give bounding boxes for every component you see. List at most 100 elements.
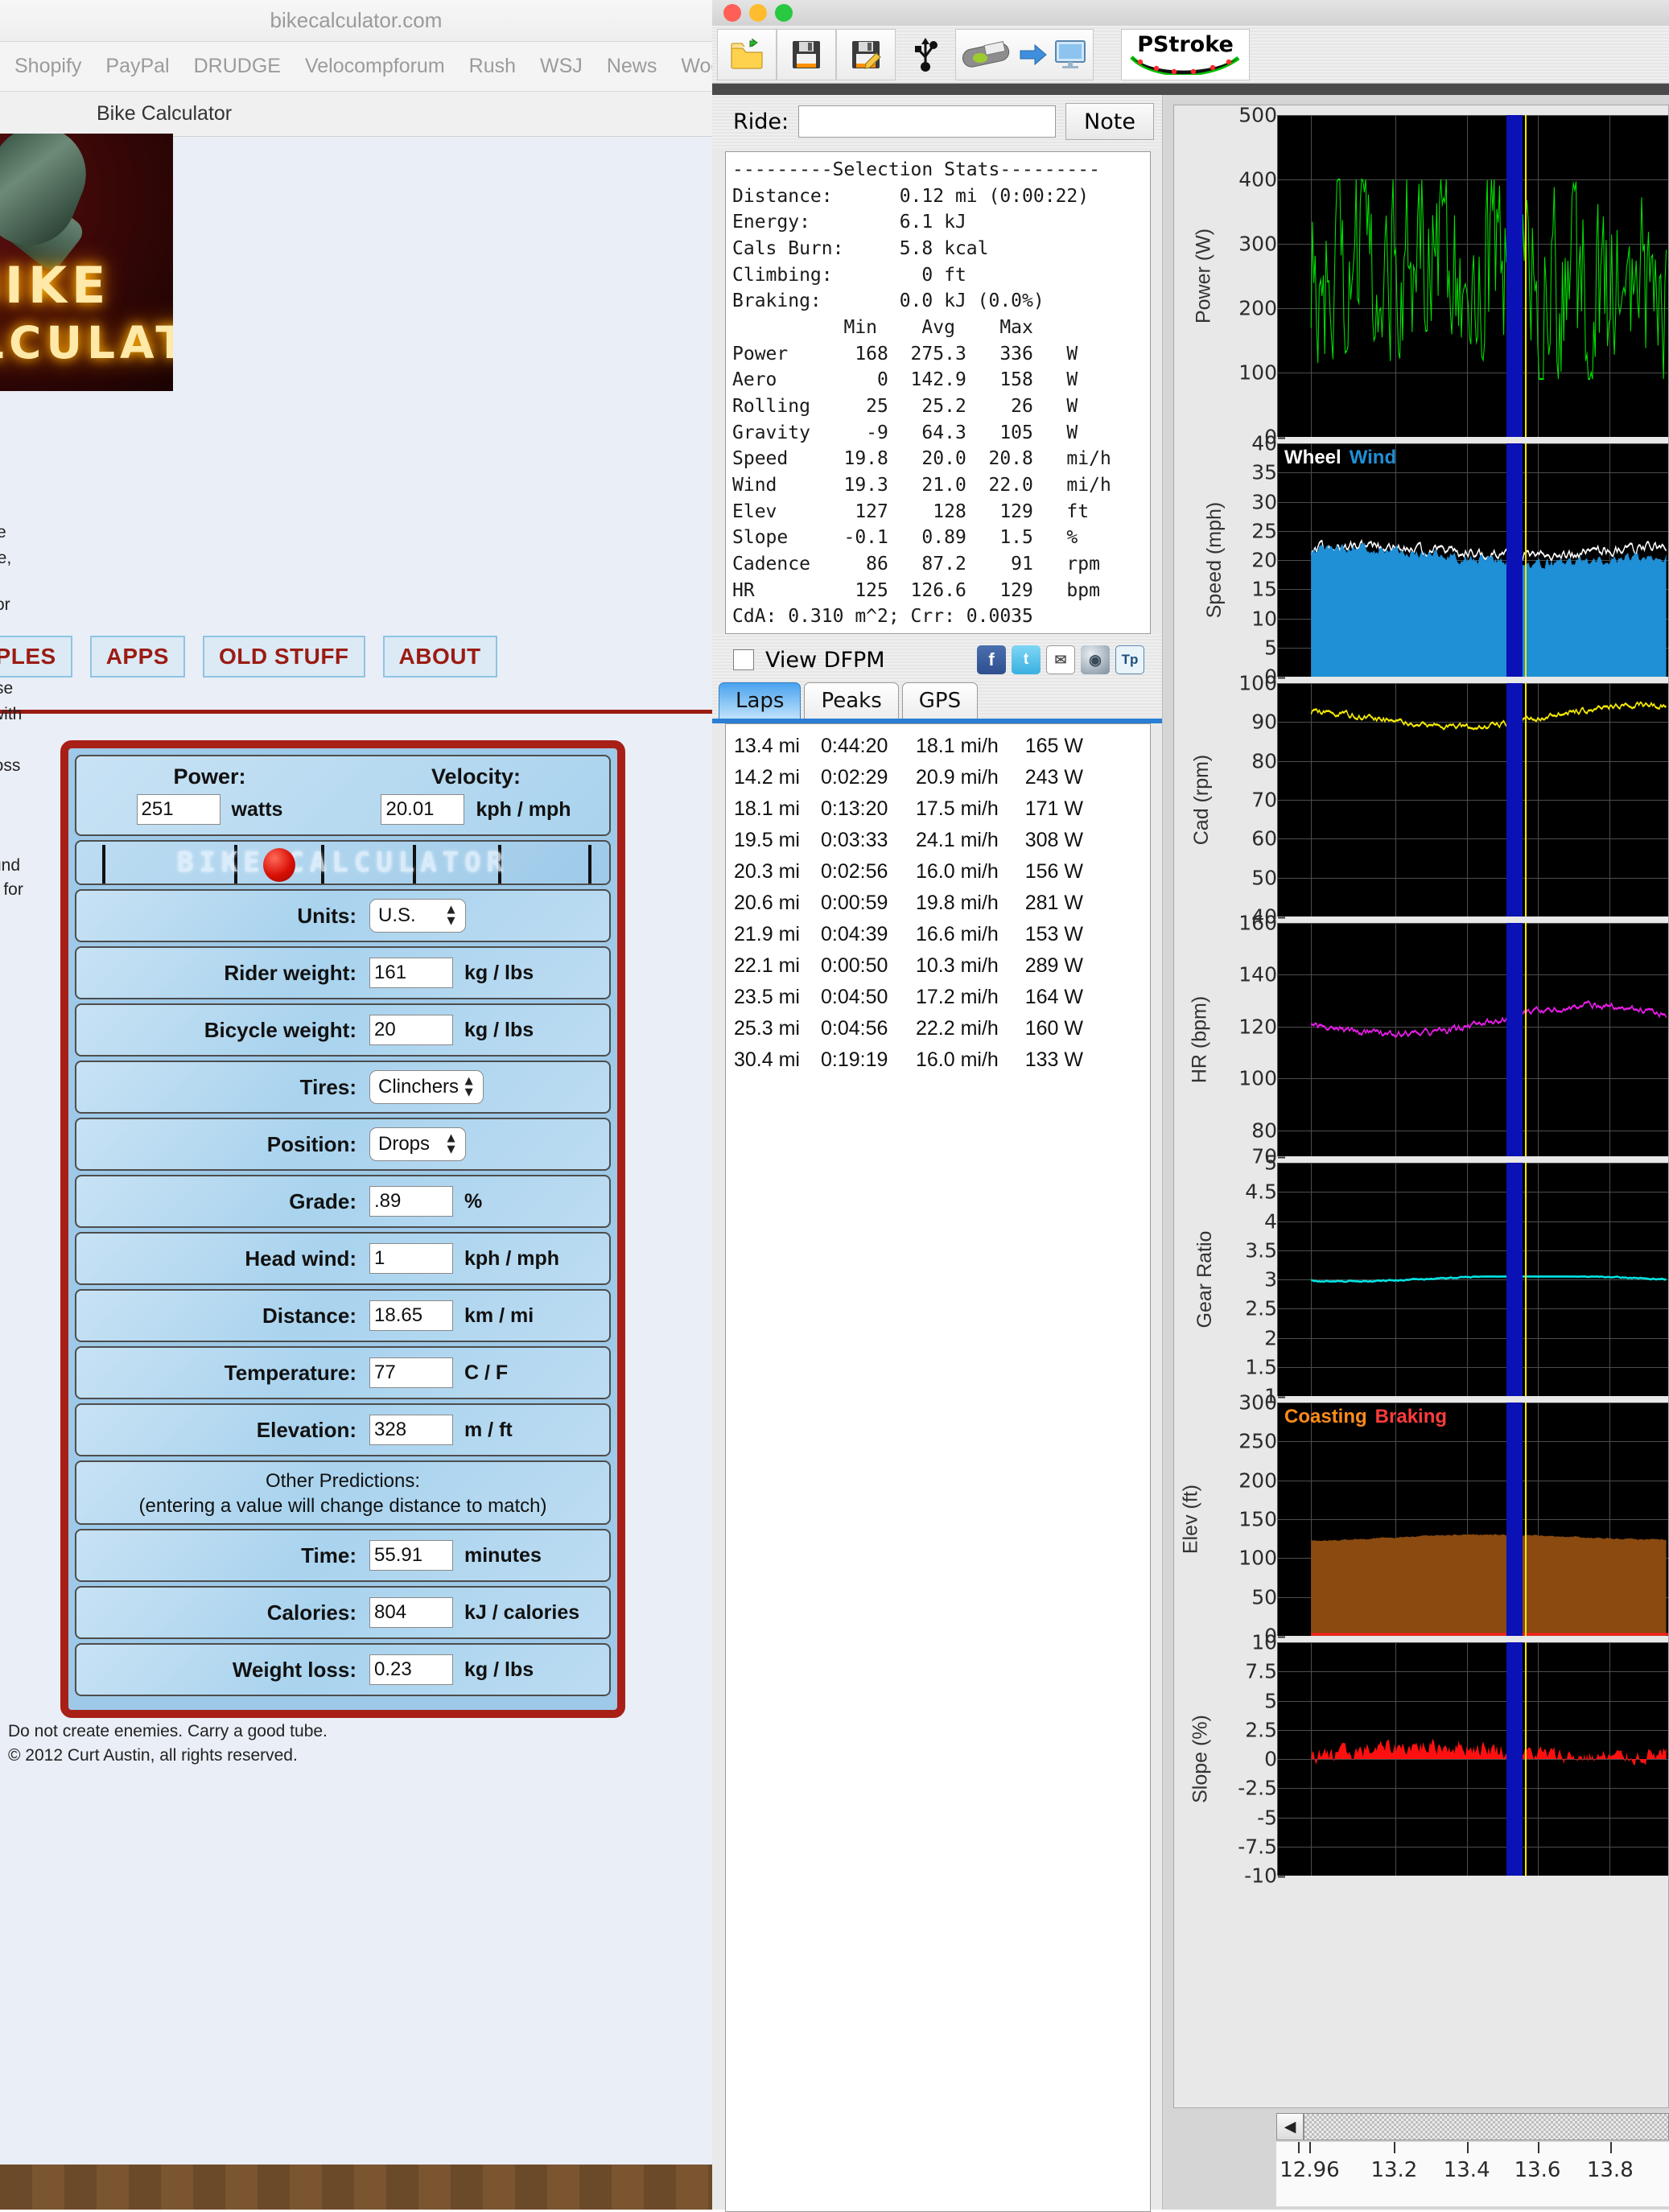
address-bar[interactable]: bikecalculator.com (270, 8, 443, 33)
marquee-ball-icon (263, 848, 295, 882)
save-icon[interactable] (777, 28, 836, 80)
lap-row[interactable]: 25.3 mi 0:04:56 22.2 mi/h 160 W (734, 1013, 1142, 1044)
nav-button-amples[interactable]: AMPLES (0, 636, 72, 678)
cursor-line[interactable] (1524, 923, 1527, 1156)
cursor-line[interactable] (1524, 1163, 1527, 1396)
bookmark-drudge[interactable]: DRUDGE (194, 55, 281, 78)
bookmark-wsj[interactable]: WSJ (540, 55, 583, 78)
calc-label: Tires: (299, 1074, 356, 1099)
cursor-line[interactable] (1524, 443, 1527, 677)
selection-highlight[interactable] (1506, 443, 1523, 677)
cursor-line[interactable] (1524, 1403, 1527, 1636)
plot-area[interactable] (1277, 683, 1668, 917)
lap-power: 243 W (1024, 766, 1083, 789)
selection-highlight[interactable] (1506, 115, 1523, 437)
cursor-line[interactable] (1524, 683, 1527, 917)
plot-area[interactable]: Coasting Braking (1277, 1403, 1668, 1636)
calc-select[interactable]: U.S. ▲ ▼ (369, 899, 466, 933)
bookmark-shopify[interactable]: Shopify (14, 55, 81, 78)
lap-row[interactable]: 18.1 mi 0:13:20 17.5 mi/h 171 W (734, 793, 1142, 825)
trainingpeaks-icon[interactable]: Tp (1115, 645, 1144, 674)
calc-input[interactable] (369, 1300, 453, 1331)
tab-peaks[interactable]: Peaks (804, 682, 899, 719)
selection-highlight[interactable] (1506, 1163, 1523, 1396)
scroll-track[interactable] (1304, 2113, 1669, 2140)
lap-row[interactable]: 13.4 mi 0:44:20 18.1 mi/h 165 W (734, 731, 1142, 762)
cursor-line[interactable] (1524, 1642, 1527, 1876)
calc-unit: kg / lbs (464, 1658, 534, 1681)
twitter-icon[interactable]: t (1012, 645, 1041, 674)
maximize-window-icon[interactable] (775, 4, 793, 22)
calc-input[interactable] (369, 1186, 453, 1217)
plot-area[interactable] (1277, 923, 1668, 1156)
calc-input[interactable] (369, 1654, 453, 1686)
lap-row[interactable]: 30.4 mi 0:19:19 16.0 mi/h 133 W (734, 1044, 1142, 1076)
cursor-line[interactable] (1524, 115, 1527, 437)
bookmark-paypal[interactable]: PayPal (105, 55, 169, 78)
laps-list[interactable]: 13.4 mi 0:44:20 18.1 mi/h 165 W 14.2 mi 0:02:… (725, 723, 1151, 2212)
tab-bike-calculator[interactable]: Bike Calculator (97, 102, 232, 126)
lap-row[interactable]: 23.5 mi 0:04:50 17.2 mi/h 164 W (734, 982, 1142, 1013)
calc-select[interactable]: Drops ▲ ▼ (369, 1127, 466, 1161)
lap-row[interactable]: 20.3 mi 0:02:56 16.0 mi/h 156 W (734, 856, 1142, 888)
facebook-icon[interactable]: f (977, 645, 1006, 674)
lap-row[interactable]: 20.6 mi 0:00:59 19.8 mi/h 281 W (734, 888, 1142, 919)
lap-row[interactable]: 21.9 mi 0:04:39 16.6 mi/h 153 W (734, 919, 1142, 950)
bookmark-wooc[interactable]: WooC (681, 55, 712, 78)
minimize-window-icon[interactable] (749, 4, 767, 22)
calc-label: Elevation: (256, 1417, 356, 1442)
bookmark-velocompforum[interactable]: Velocompforum (305, 55, 445, 78)
desktop-wood-strip (0, 2165, 712, 2210)
scroll-left-icon[interactable]: ◀ (1276, 2113, 1304, 2140)
selection-highlight[interactable] (1506, 683, 1523, 917)
selection-highlight[interactable] (1506, 1403, 1523, 1636)
globe-icon[interactable]: ◉ (1081, 645, 1110, 674)
selection-highlight[interactable] (1506, 923, 1523, 1156)
power-input[interactable] (136, 794, 220, 825)
tab-laps[interactable]: Laps (719, 682, 802, 719)
tab-gps[interactable]: GPS (901, 682, 979, 719)
save-edit-icon[interactable] (836, 28, 896, 80)
y-axis-ticks: 40 50 60 70 80 90 100 (1206, 672, 1285, 929)
calc-input[interactable] (369, 958, 453, 988)
open-folder-icon[interactable] (717, 28, 777, 80)
plot-area[interactable] (1277, 1163, 1668, 1396)
usb-icon[interactable] (896, 29, 955, 80)
device-to-computer-icon[interactable] (955, 28, 1094, 80)
calc-input[interactable] (369, 1243, 453, 1274)
hero-title-line2: CALCULATOR (0, 317, 173, 369)
calc-input[interactable] (369, 1540, 453, 1571)
calc-label: Position: (266, 1131, 356, 1156)
calc-unit: kJ / calories (464, 1600, 580, 1624)
view-dfpm-label: View DFPM (765, 647, 885, 673)
chart-horizontal-scrollbar[interactable]: ◀ (1276, 2111, 1669, 2142)
view-dfpm-checkbox[interactable] (733, 649, 754, 670)
calc-input[interactable] (369, 1357, 453, 1388)
nav-button-about[interactable]: ABOUT (382, 636, 497, 678)
nav-button-old-stuff[interactable]: OLD STUFF (202, 636, 365, 678)
velocity-input[interactable] (381, 794, 465, 825)
calc-input[interactable] (369, 1415, 453, 1445)
lap-speed: 16.6 mi/h (916, 923, 999, 945)
plot-area[interactable]: Wheel Wind (1277, 443, 1668, 677)
ride-input[interactable] (798, 105, 1056, 138)
pstroke-chart-panel: Power (W) 0 100 200 300 400 500 Speed (mph) 0 5 10… (1164, 95, 1669, 2210)
pstroke-titlebar[interactable] (712, 0, 1669, 26)
bookmark-rush[interactable]: Rush (469, 55, 516, 78)
lap-row[interactable]: 14.2 mi 0:02:29 20.9 mi/h 243 W (734, 762, 1142, 793)
plot-area[interactable] (1277, 1642, 1668, 1876)
calc-input[interactable] (369, 1015, 453, 1045)
bookmark-news[interactable]: News (607, 55, 657, 78)
calc-select[interactable]: Clinchers ▲ ▼ (369, 1070, 484, 1104)
lap-power: 308 W (1024, 829, 1083, 851)
nav-button-apps[interactable]: APPS (89, 636, 185, 678)
lap-row[interactable]: 19.5 mi 0:03:33 24.1 mi/h 308 W (734, 825, 1142, 856)
plot-area[interactable] (1277, 115, 1668, 437)
selection-highlight[interactable] (1506, 1642, 1523, 1876)
edge-text-5: loss (0, 756, 21, 775)
email-icon[interactable]: ✉ (1046, 645, 1075, 674)
note-button[interactable]: Note (1065, 103, 1154, 140)
calc-input[interactable] (369, 1597, 453, 1629)
lap-row[interactable]: 22.1 mi 0:00:50 10.3 mi/h 289 W (734, 950, 1142, 982)
close-window-icon[interactable] (723, 4, 741, 22)
